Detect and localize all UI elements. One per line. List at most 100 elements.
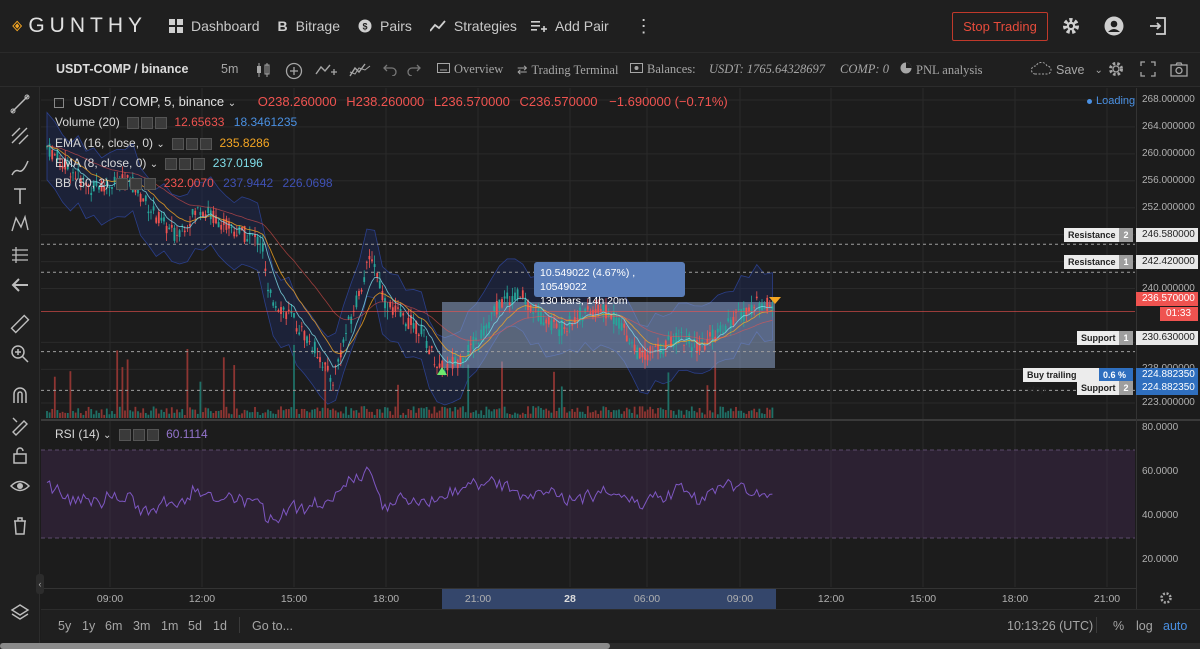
range-1y[interactable]: 1y [82,619,95,633]
drawing-mode-icon[interactable] [9,414,31,436]
nav-bitrage[interactable]: B Bitrage [278,18,340,34]
candle-body [527,299,529,311]
volume-bar [100,409,103,418]
scrollbar-thumb[interactable] [0,643,610,649]
remove-icon[interactable] [146,428,159,441]
volume-bar [204,407,207,418]
chevron-down-icon[interactable]: ⌄ [228,98,236,109]
settings-icon[interactable] [179,157,192,170]
chevron-down-icon[interactable]: ⌄ [103,430,111,441]
settings-icon[interactable] [132,428,145,441]
eye-toggle-icon[interactable] [118,428,131,441]
fib-tool-icon[interactable] [9,125,31,147]
candle-body [742,307,745,321]
eye-toggle-icon[interactable] [165,157,178,170]
volume-bar [256,411,259,418]
back-arrow-icon[interactable] [9,274,31,296]
volume-bar [532,406,535,418]
settings-icon[interactable] [186,137,199,150]
divider [1096,617,1097,633]
collapse-legend-icon[interactable] [54,97,64,108]
range-6m[interactable]: 6m [105,619,122,633]
layers-icon[interactable] [9,601,31,623]
nav-dashboard[interactable]: Dashboard [169,18,260,34]
volume-label[interactable]: Volume (20) [55,115,120,129]
compare-icon[interactable] [315,62,337,78]
candle-type-icon[interactable] [254,62,272,78]
eye-toggle-icon[interactable] [116,177,129,190]
candle-body [165,226,168,234]
screenshot-camera-icon[interactable] [1170,61,1188,77]
magnet-icon[interactable] [9,384,31,406]
nav-pairs[interactable]: $ Pairs [358,18,412,34]
visibility-eye-icon[interactable] [9,475,31,497]
nav-add-pair[interactable]: Add Pair [530,18,609,34]
settings-gear-icon[interactable] [1061,16,1081,36]
candle-body [168,227,171,230]
trash-icon[interactable] [9,515,31,537]
text-tool-icon[interactable] [9,185,31,207]
undo-icon[interactable] [383,62,397,76]
prediction-tool-icon[interactable] [9,244,31,266]
redo-icon[interactable] [407,62,421,76]
log-scale-toggle[interactable]: log [1136,619,1153,633]
trading-terminal-button[interactable]: ⇄ Trading Terminal [517,62,618,78]
interval-selector[interactable]: 5m [221,62,238,76]
volume-bar [339,411,342,418]
range-1d[interactable]: 1d [213,619,227,633]
more-menu-icon[interactable]: ⋮ [635,16,653,37]
eye-toggle-icon[interactable] [127,116,140,129]
time-axis-settings-icon[interactable] [1159,591,1173,610]
brush-icon[interactable] [9,157,31,179]
goto-date-button[interactable]: Go to... [252,619,293,633]
range-1m[interactable]: 1m [161,619,178,633]
ema8-label[interactable]: EMA (8, close, 0) [55,156,146,170]
remove-icon[interactable] [200,137,213,150]
percent-scale-toggle[interactable]: % [1113,619,1124,633]
remove-icon[interactable] [155,116,168,129]
pattern-tool-icon[interactable] [9,213,31,235]
studies-icon[interactable] [349,62,371,78]
collapse-left-icon[interactable]: ‹ [36,574,44,594]
bb-label[interactable]: BB (50, 2) [55,176,109,190]
auto-scale-toggle[interactable]: auto [1163,619,1187,633]
horizontal-scrollbar[interactable] [0,643,1200,649]
chevron-down-icon[interactable]: ⌄ [150,159,158,170]
brand-logo[interactable]: GUNTHY [12,14,147,38]
stop-trading-button[interactable]: Stop Trading [952,12,1048,41]
candle-body [248,232,251,236]
remove-icon[interactable] [144,177,157,190]
range-3m[interactable]: 3m [133,619,150,633]
range-5y[interactable]: 5y [58,619,71,633]
eye-toggle-icon[interactable] [172,137,185,150]
ruler-icon[interactable] [9,313,31,335]
fullscreen-icon[interactable] [1140,61,1156,77]
settings-icon[interactable] [130,177,143,190]
zoom-in-icon[interactable] [9,343,31,365]
ema16-label[interactable]: EMA (16, close, 0) [55,136,153,150]
candle-body [316,356,319,359]
candle-body [534,304,537,309]
volume-bar [550,412,553,418]
account-user-icon[interactable] [1104,16,1124,36]
pnl-analysis-button[interactable]: PNL analysis [900,62,983,78]
utc-clock[interactable]: 10:13:26 (UTC) [1007,619,1093,633]
price-axis[interactable] [1136,88,1200,609]
series-title[interactable]: USDT / COMP, 5, binance [74,94,225,109]
nav-strategies[interactable]: Strategies [429,18,517,34]
add-indicator-icon[interactable] [285,62,303,80]
rsi-label[interactable]: RSI (14) [55,427,100,441]
save-button[interactable]: Save ⌄ [1030,61,1103,78]
chart-settings-icon[interactable] [1107,60,1125,78]
chevron-down-icon[interactable]: ⌄ [156,139,164,150]
settings-icon[interactable] [141,116,154,129]
volume-bar [282,410,285,418]
range-5d[interactable]: 5d [188,619,202,633]
remove-icon[interactable] [193,157,206,170]
trend-line-icon[interactable] [9,93,31,115]
logout-icon[interactable] [1148,16,1168,36]
symbol-selector[interactable]: USDT-COMP / binance [56,62,188,76]
overview-button[interactable]: Overview [437,62,503,77]
volume-bar [415,412,418,418]
lock-icon[interactable] [9,444,31,466]
